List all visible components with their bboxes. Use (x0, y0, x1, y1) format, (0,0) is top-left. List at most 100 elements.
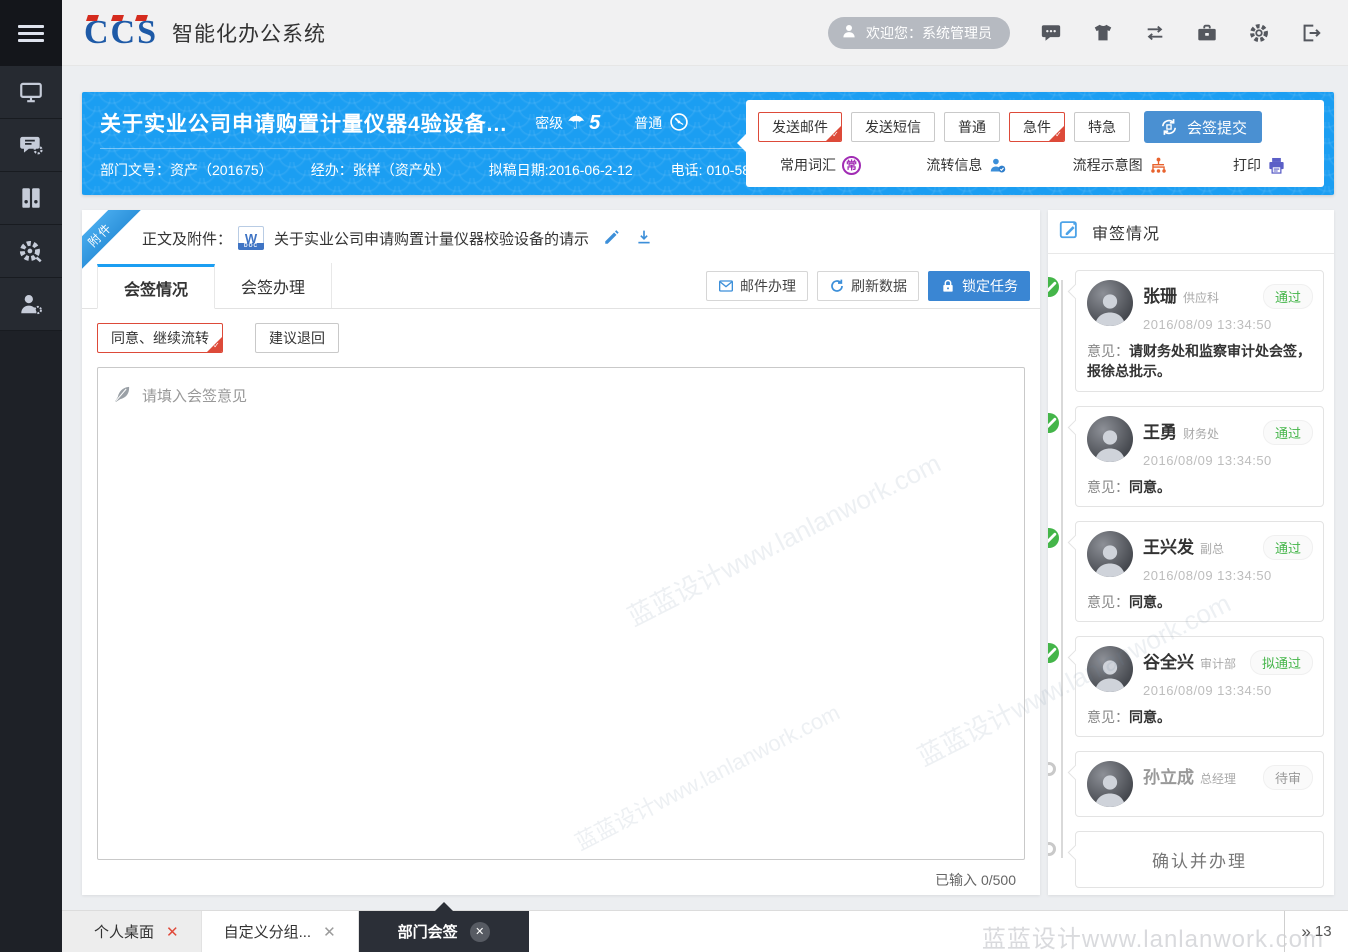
sidebar-item-account[interactable] (0, 278, 62, 331)
approval-comment: 意见：请财务处和监察审计处会签，报徐总批示。 (1087, 341, 1313, 382)
sidebar-item-settings[interactable] (0, 225, 62, 278)
tool-link-label: 流程示意图 (1073, 155, 1143, 175)
action-button-特急[interactable]: 特急 (1074, 112, 1130, 142)
app-logo: CCS (84, 16, 158, 50)
close-tab-icon[interactable]: ✕ (323, 923, 336, 941)
approval-comment: 意见：同意。 (1087, 592, 1313, 612)
document-banner: 关于实业公司申请购置计量仪器4验设备... 密级 ☂ 5 普通 部门文号：资产（… (82, 92, 1334, 195)
logout-button[interactable] (1300, 22, 1322, 44)
mail-icon (718, 278, 734, 294)
opinion-button-label: 建议退回 (269, 330, 325, 346)
action-button-急件[interactable]: 急件 (1009, 112, 1065, 142)
settings-icon (1248, 22, 1270, 44)
action-button-label: 急件 (1023, 119, 1051, 135)
approval-card-info: 王兴发副总通过2016/08/09 13:34:50 (1143, 531, 1313, 583)
approval-panel-title: 审签情况 (1092, 220, 1160, 244)
tool-link-流转信息[interactable]: 流转信息 (926, 155, 1007, 175)
bottom-tab-label: 部门会签 (398, 921, 458, 942)
chat-gear-icon (18, 132, 44, 158)
switch-icon (1144, 22, 1166, 44)
user-welcome-pill[interactable]: 欢迎您：系统管理员 (828, 17, 1010, 49)
hamburger-menu-button[interactable] (0, 0, 62, 66)
toolbar-button-刷新数据[interactable]: 刷新数据 (817, 271, 919, 301)
approval-name-row: 王兴发副总通过 (1143, 533, 1313, 560)
edit-attachment-button[interactable] (603, 228, 621, 249)
sidebar-item-archive[interactable] (0, 172, 62, 225)
bottom-tab-自定义分组...[interactable]: 自定义分组...✕ (202, 911, 359, 952)
approval-timeline: 张珊供应科通过2016/08/09 13:34:50意见：请财务处和监察审计处会… (1075, 270, 1324, 888)
header-right-cluster: 欢迎您：系统管理员 (828, 17, 1348, 49)
approval-card: 王兴发副总通过2016/08/09 13:34:50 意见：同意。 (1075, 521, 1324, 622)
message-icon (1040, 22, 1062, 44)
toolbar-button-锁定任务[interactable]: 锁定任务 (928, 271, 1030, 301)
avatar (1087, 416, 1133, 462)
edit-pencil-icon (603, 228, 621, 246)
opinion-button-row: 同意、继续流转 建议退回 (82, 309, 1040, 353)
edit-square-icon (1058, 218, 1080, 240)
hamburger-icon (18, 21, 44, 46)
lock-icon (940, 278, 956, 294)
confirm-handle-card[interactable]: 确认并办理 (1075, 831, 1324, 888)
countersign-submit-button[interactable]: 会签提交 (1144, 111, 1262, 143)
tool-link-流程示意图[interactable]: 流程示意图 (1073, 155, 1168, 175)
approved-check-icon (1048, 277, 1059, 297)
approval-card-head: 孙立成总经理待审 (1087, 761, 1313, 807)
theme-button[interactable] (1092, 22, 1114, 44)
approval-comment-text: 同意。 (1129, 709, 1171, 725)
opinion-button-同意、继续流转[interactable]: 同意、继续流转 (97, 323, 223, 353)
approval-panel-header: 审签情况 (1048, 210, 1334, 254)
approval-card-info: 孙立成总经理待审 (1143, 761, 1313, 807)
tab-会签情况[interactable]: 会签情况 (97, 264, 215, 309)
approver-name: 王勇 (1143, 418, 1177, 443)
status-badge: 通过 (1263, 535, 1313, 560)
user-icon (840, 22, 858, 40)
toolbar-button-label: 邮件办理 (740, 276, 796, 296)
action-button-发送邮件[interactable]: 发送邮件 (758, 112, 842, 142)
approver-dept: 总经理 (1200, 770, 1236, 787)
tool-link-常用词汇[interactable]: 常用词汇常 (780, 155, 861, 175)
gauge-icon (669, 112, 689, 132)
gauge-icon (669, 112, 689, 135)
tool-link-打印[interactable]: 打印 (1233, 155, 1286, 175)
approver-dept: 供应科 (1183, 289, 1219, 306)
char-count: 已输入 0/500 (82, 860, 1040, 890)
bottom-tab-部门会签[interactable]: 部门会签 ✕ (359, 911, 529, 952)
sidebar-item-desktop[interactable] (0, 66, 62, 119)
message-button[interactable] (1040, 22, 1062, 44)
approval-comment: 意见：同意。 (1087, 477, 1313, 497)
attachment-label: 正文及附件： (142, 228, 232, 249)
edit-square-icon (1058, 218, 1080, 245)
banner-action-panel: 发送邮件发送短信普通 急件 特急会签提交 常用词汇常 流转信息 流程示意图 打印 (746, 100, 1324, 187)
signing-comment-input[interactable]: 请填入会签意见 (97, 367, 1025, 860)
action-button-发送短信[interactable]: 发送短信 (851, 112, 935, 142)
tab-会签办理[interactable]: 会签办理 (215, 263, 332, 308)
settings-button[interactable] (1248, 22, 1270, 44)
opinion-button-建议退回[interactable]: 建议退回 (255, 323, 339, 353)
close-tab-icon[interactable]: ✕ (470, 922, 490, 942)
designer-watermark: 蓝蓝设计www.lanlanwork.com (982, 919, 1324, 952)
switch-button[interactable] (1144, 22, 1166, 44)
tab-overflow-button[interactable]: » 13 (1284, 911, 1348, 952)
comment-placeholder: 请填入会签意见 (142, 384, 247, 406)
attachment-filename[interactable]: 关于实业公司申请购置计量仪器校验设备的请示 (274, 228, 589, 249)
refresh-icon (829, 278, 845, 294)
action-button-普通[interactable]: 普通 (944, 112, 1000, 142)
status-badge: 拟通过 (1250, 650, 1313, 675)
sidebar-item-message[interactable] (0, 119, 62, 172)
approver-dept: 财务处 (1183, 425, 1219, 442)
pending-circle-icon (1048, 762, 1056, 776)
double-chevron-icon: » (1301, 922, 1307, 942)
approval-comment-text: 同意。 (1129, 479, 1171, 495)
tool-link-label: 流转信息 (926, 155, 982, 175)
approver-name: 张珊 (1143, 282, 1177, 307)
user-icon (840, 22, 858, 43)
approval-comment-text: 同意。 (1129, 594, 1171, 610)
bottom-tab-个人桌面[interactable]: 个人桌面✕ (62, 911, 202, 952)
gear-wrench-icon (18, 238, 44, 264)
briefcase-button[interactable] (1196, 22, 1218, 44)
toolbar-button-邮件办理[interactable]: 邮件办理 (706, 271, 808, 301)
status-badge: 通过 (1263, 284, 1313, 309)
download-icon (635, 228, 653, 246)
close-tab-icon[interactable]: ✕ (166, 923, 179, 941)
download-attachment-button[interactable] (635, 228, 653, 249)
